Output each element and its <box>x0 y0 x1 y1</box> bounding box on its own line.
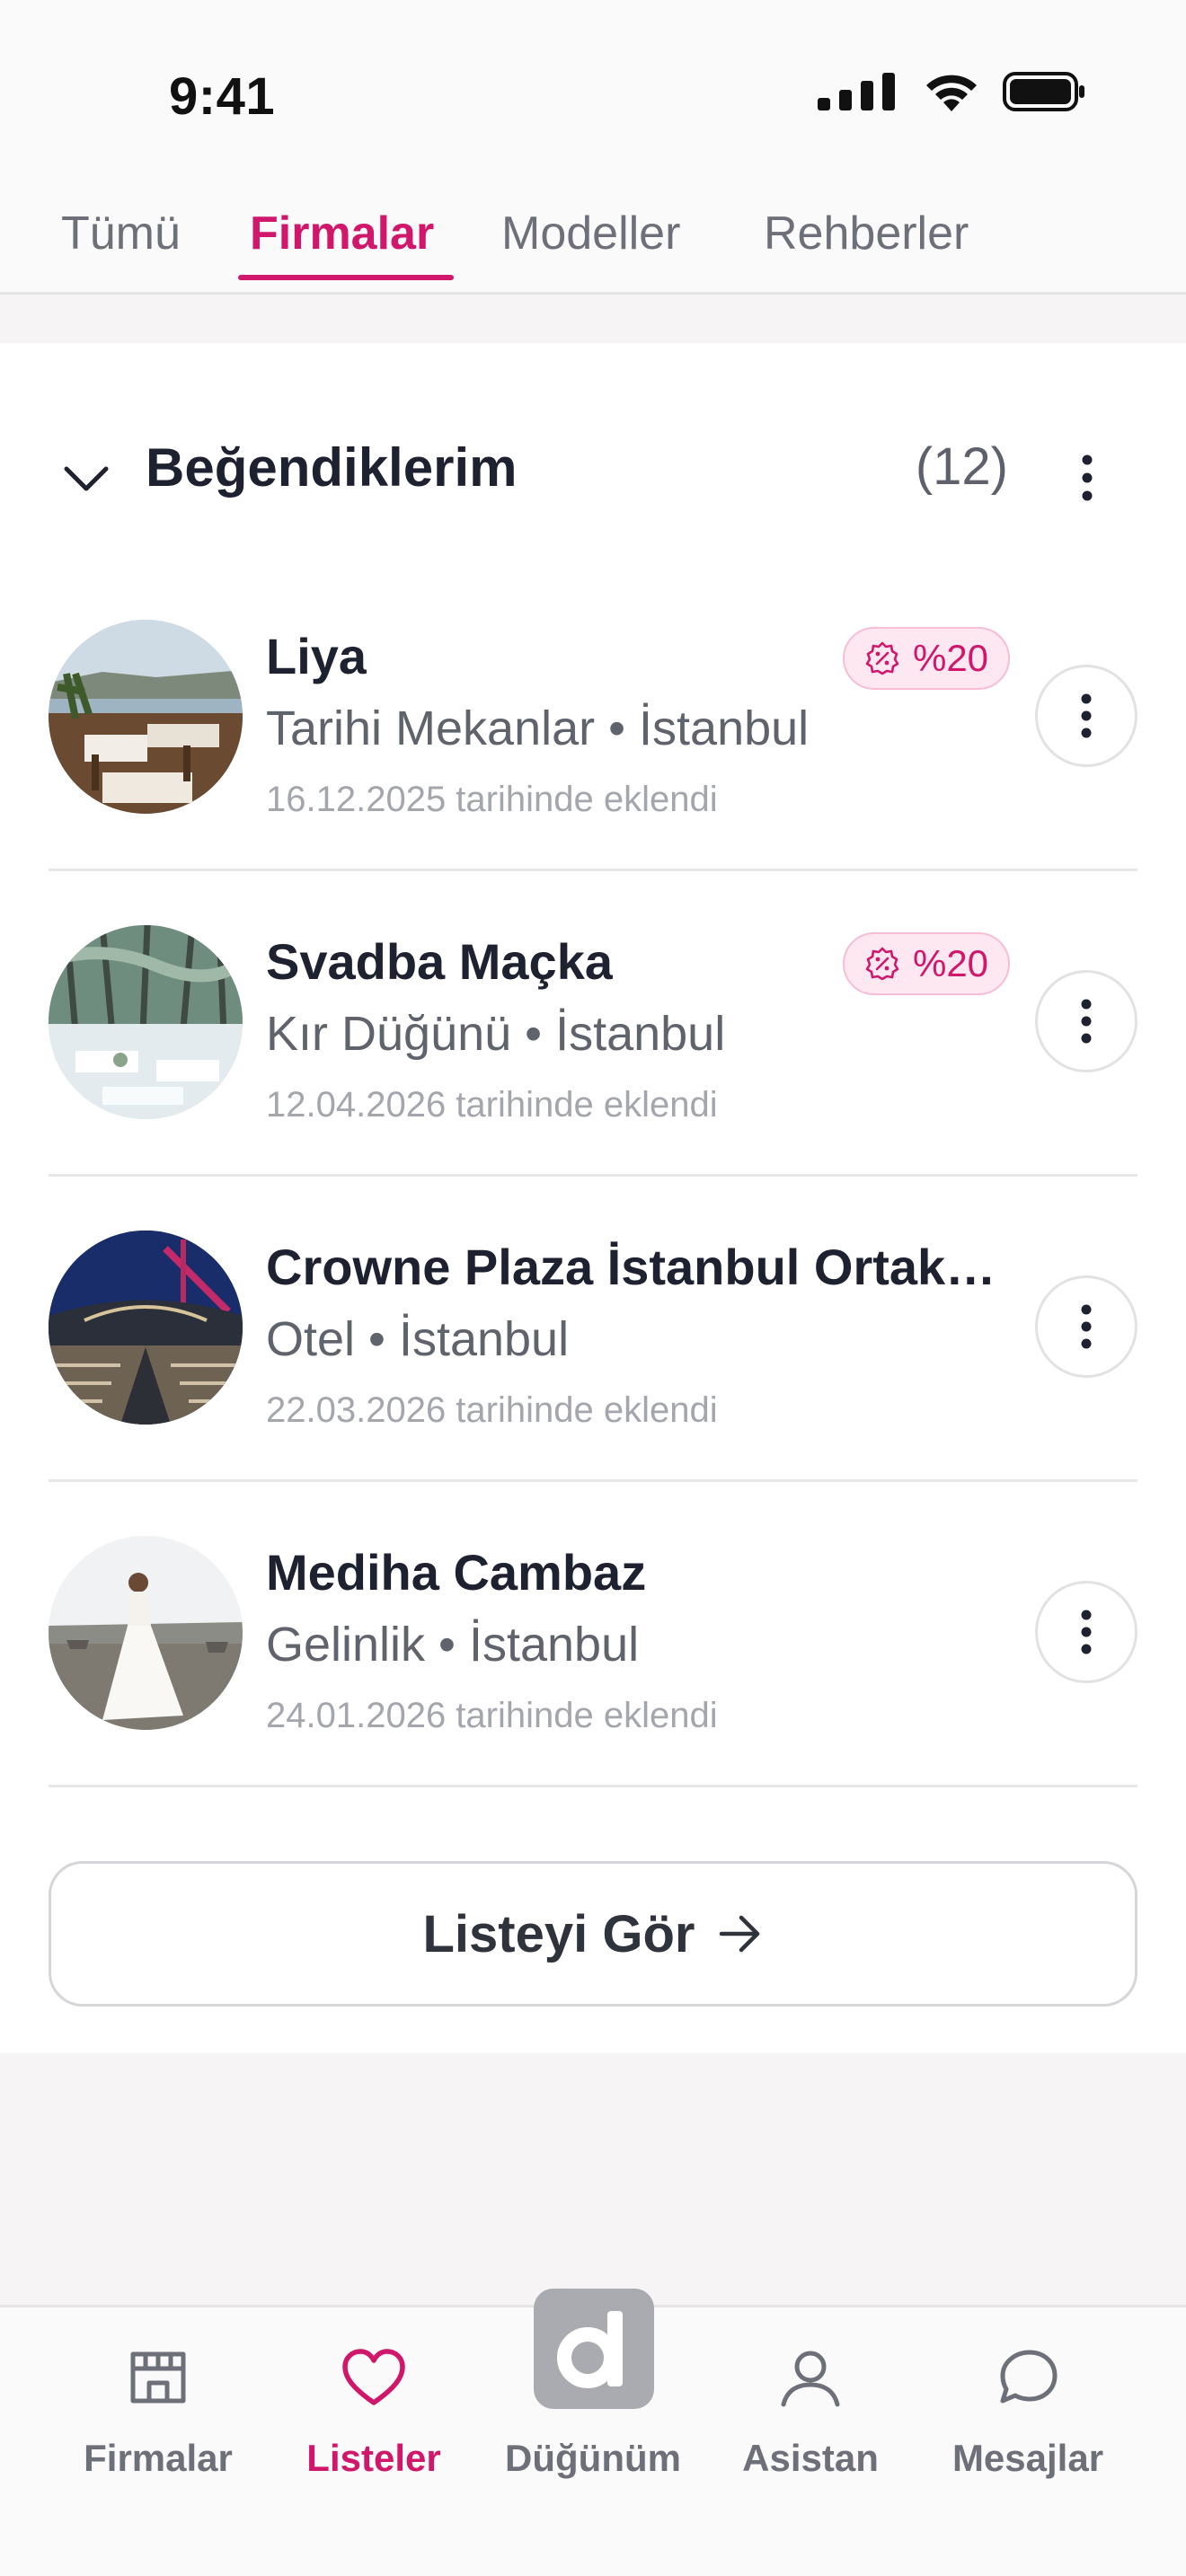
divider <box>49 1785 1137 1787</box>
list-item[interactable]: Crowne Plaza İstanbul Ortaköy Otel • İst… <box>0 1177 1186 1482</box>
added-date: 24.01.2026 tarihinde eklendi <box>266 1696 718 1735</box>
item-more-button[interactable] <box>1035 665 1137 767</box>
list-item[interactable]: Liya %20 Tarihi Mekanlar • İstanbul 16.1… <box>0 566 1186 871</box>
favorites-list-card: Beğendiklerim (12) Liya %20 Tarihi Mekan… <box>0 343 1186 2053</box>
vendor-photo <box>49 620 243 814</box>
vendor-name: Liya <box>266 628 367 684</box>
vendor-name: Svadba Maçka <box>266 933 613 990</box>
list-item[interactable]: Svadba Maçka %20 Kır Düğünü • İstanbul 1… <box>0 871 1186 1177</box>
vendor-name: Mediha Cambaz <box>266 1544 647 1601</box>
arrow-right-icon <box>720 1915 760 1953</box>
more-vertical-icon <box>1081 1304 1092 1349</box>
tab-rehberler[interactable]: Rehberler <box>764 189 969 292</box>
discount-badge: %20 <box>843 627 1010 690</box>
discount-icon <box>865 947 899 981</box>
nav-mesajlar[interactable]: Mesajlar <box>920 2307 1136 2541</box>
cellular-signal-icon <box>818 73 895 110</box>
more-vertical-icon <box>1081 999 1092 1044</box>
nav-listeler[interactable]: Listeler <box>266 2307 482 2541</box>
person-icon <box>781 2351 840 2407</box>
more-vertical-icon <box>1081 693 1092 738</box>
wifi-icon <box>926 75 977 111</box>
category-tabs: Tümü Firmalar Modeller Rehberler <box>0 171 1186 295</box>
dugun-logo-icon[interactable] <box>534 2289 654 2409</box>
vendor-name: Crowne Plaza İstanbul Ortaköy <box>266 1239 1003 1295</box>
vendor-category: Kır Düğünü • İstanbul <box>266 1007 726 1061</box>
vendor-photo <box>49 1536 243 1730</box>
nav-label: Düğünüm <box>505 2437 681 2479</box>
list-header[interactable]: Beğendiklerim (12) <box>0 343 1186 595</box>
list-title: Beğendiklerim <box>146 437 518 498</box>
nav-label: Mesajlar <box>951 2437 1104 2479</box>
nav-asistan[interactable]: Asistan <box>703 2307 918 2541</box>
battery-icon <box>1003 72 1084 111</box>
status-time: 9:41 <box>169 67 276 126</box>
active-tab-indicator <box>238 275 454 280</box>
discount-text: %20 <box>912 637 989 679</box>
list-item[interactable]: Mediha Cambaz Gelinlik • İstanbul 24.01.… <box>0 1482 1186 1787</box>
see-list-button[interactable]: Listeyi Gör <box>49 1861 1137 2007</box>
tab-modeller[interactable]: Modeller <box>501 189 680 292</box>
see-list-label: Listeyi Gör <box>422 1904 695 1963</box>
item-more-button[interactable] <box>1035 1275 1137 1378</box>
discount-text: %20 <box>912 942 989 984</box>
discount-badge: %20 <box>843 932 1010 995</box>
added-date: 12.04.2026 tarihinde eklendi <box>266 1085 718 1125</box>
nav-label: Asistan <box>742 2437 879 2479</box>
list-count: (12) <box>915 437 1008 496</box>
vendor-category: Tarihi Mekanlar • İstanbul <box>266 701 810 755</box>
vendor-photo <box>49 1231 243 1425</box>
discount-icon <box>865 641 899 675</box>
more-vertical-icon <box>1081 1610 1092 1654</box>
status-icons <box>818 72 1085 111</box>
heart-icon <box>342 2349 405 2405</box>
dugun-d-glyph <box>557 2311 623 2388</box>
chevron-down-icon[interactable] <box>59 451 113 505</box>
nav-label: Firmalar <box>84 2437 233 2479</box>
list-more-button[interactable] <box>1042 433 1132 523</box>
store-icon <box>130 2351 186 2404</box>
item-more-button[interactable] <box>1035 970 1137 1072</box>
nav-firmalar[interactable]: Firmalar <box>50 2307 266 2541</box>
added-date: 16.12.2025 tarihinde eklendi <box>266 780 718 819</box>
more-vertical-icon <box>1082 454 1093 501</box>
tab-tumu[interactable]: Tümü <box>61 189 181 292</box>
vendor-photo <box>49 925 243 1119</box>
chat-bubble-icon <box>1000 2350 1058 2404</box>
added-date: 22.03.2026 tarihinde eklendi <box>266 1390 718 1430</box>
status-bar: 9:41 <box>0 0 1186 171</box>
item-more-button[interactable] <box>1035 1581 1137 1683</box>
nav-label: Listeler <box>306 2437 441 2479</box>
vendor-category: Otel • İstanbul <box>266 1312 570 1366</box>
vendor-category: Gelinlik • İstanbul <box>266 1618 640 1672</box>
